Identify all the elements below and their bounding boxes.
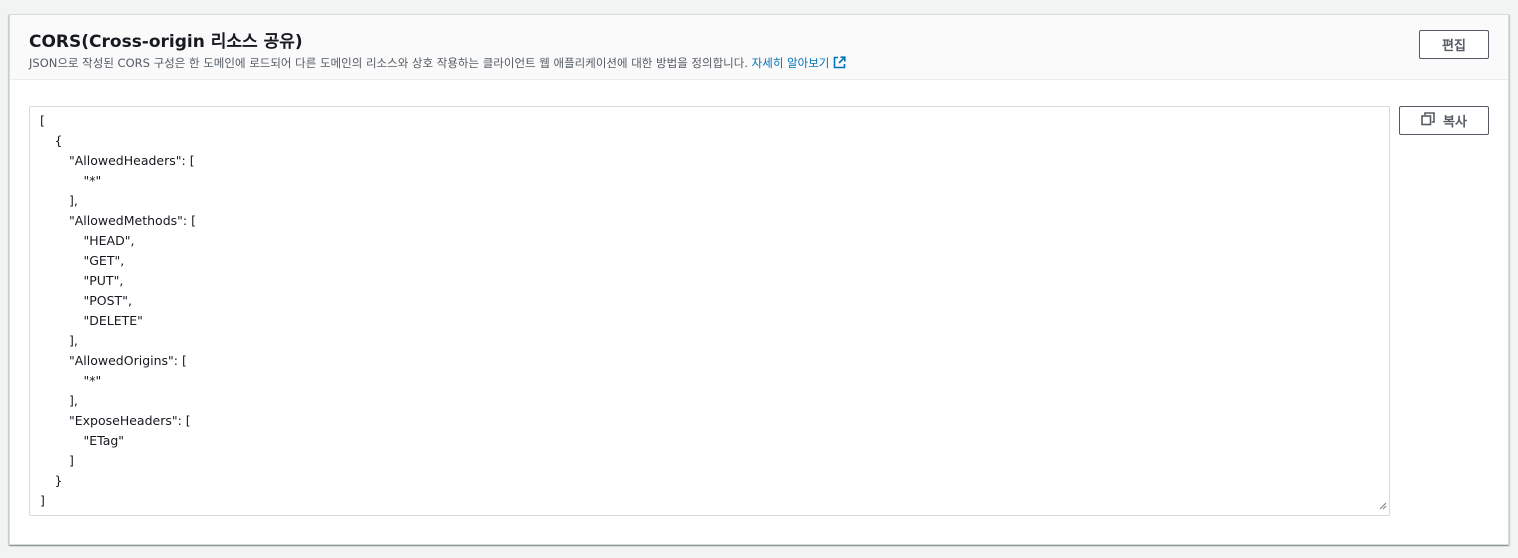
code-line: "HEAD", [83, 233, 135, 248]
external-link-icon [833, 56, 846, 72]
code-line: "ETag" [83, 433, 125, 448]
code-line: "AllowedMethods": [ [69, 213, 196, 228]
code-line: ], [69, 193, 78, 208]
panel-title: CORS(Cross-origin 리소스 공유) [29, 32, 303, 52]
copy-icon [1421, 111, 1443, 130]
code-line: "DELETE" [83, 313, 143, 328]
code-line: "AllowedHeaders": [ [69, 153, 195, 168]
code-line: "*" [83, 173, 102, 188]
code-line: ] [69, 453, 74, 468]
code-line: [ [40, 113, 45, 128]
edit-button-label: 편집 [1442, 39, 1466, 54]
resize-grip-icon[interactable] [1379, 498, 1387, 513]
code-line: ] [40, 493, 45, 508]
code-line: "AllowedOrigins": [ [69, 353, 187, 368]
code-line: } [54, 473, 63, 488]
code-line: "ExposeHeaders": [ [69, 413, 191, 428]
code-line: "*" [83, 373, 102, 388]
copy-button[interactable]: 복사 [1399, 106, 1489, 135]
cors-json-textarea[interactable]: [ { "AllowedHeaders": [ "*"], "AllowedMethod… [29, 106, 1390, 516]
code-line: ], [69, 393, 78, 408]
learn-more-label: 자세히 알아보기 [751, 56, 830, 70]
code-line: "PUT", [83, 273, 124, 288]
code-line: "GET", [83, 253, 125, 268]
description-text: JSON으로 작성된 CORS 구성은 한 도메인에 로드되어 다른 도메인의 … [29, 56, 748, 70]
cors-panel: CORS(Cross-origin 리소스 공유) JSON으로 작성된 COR… [9, 14, 1509, 545]
code-line: "POST", [83, 293, 132, 308]
code-line: ], [69, 333, 78, 348]
code-line: { [54, 133, 63, 148]
edit-button[interactable]: 편집 [1419, 30, 1489, 59]
panel-header: CORS(Cross-origin 리소스 공유) JSON으로 작성된 COR… [10, 15, 1508, 80]
copy-button-label: 복사 [1443, 115, 1467, 130]
learn-more-link[interactable]: 자세히 알아보기 [752, 56, 847, 70]
panel-description: JSON으로 작성된 CORS 구성은 한 도메인에 로드되어 다른 도메인의 … [29, 55, 846, 72]
